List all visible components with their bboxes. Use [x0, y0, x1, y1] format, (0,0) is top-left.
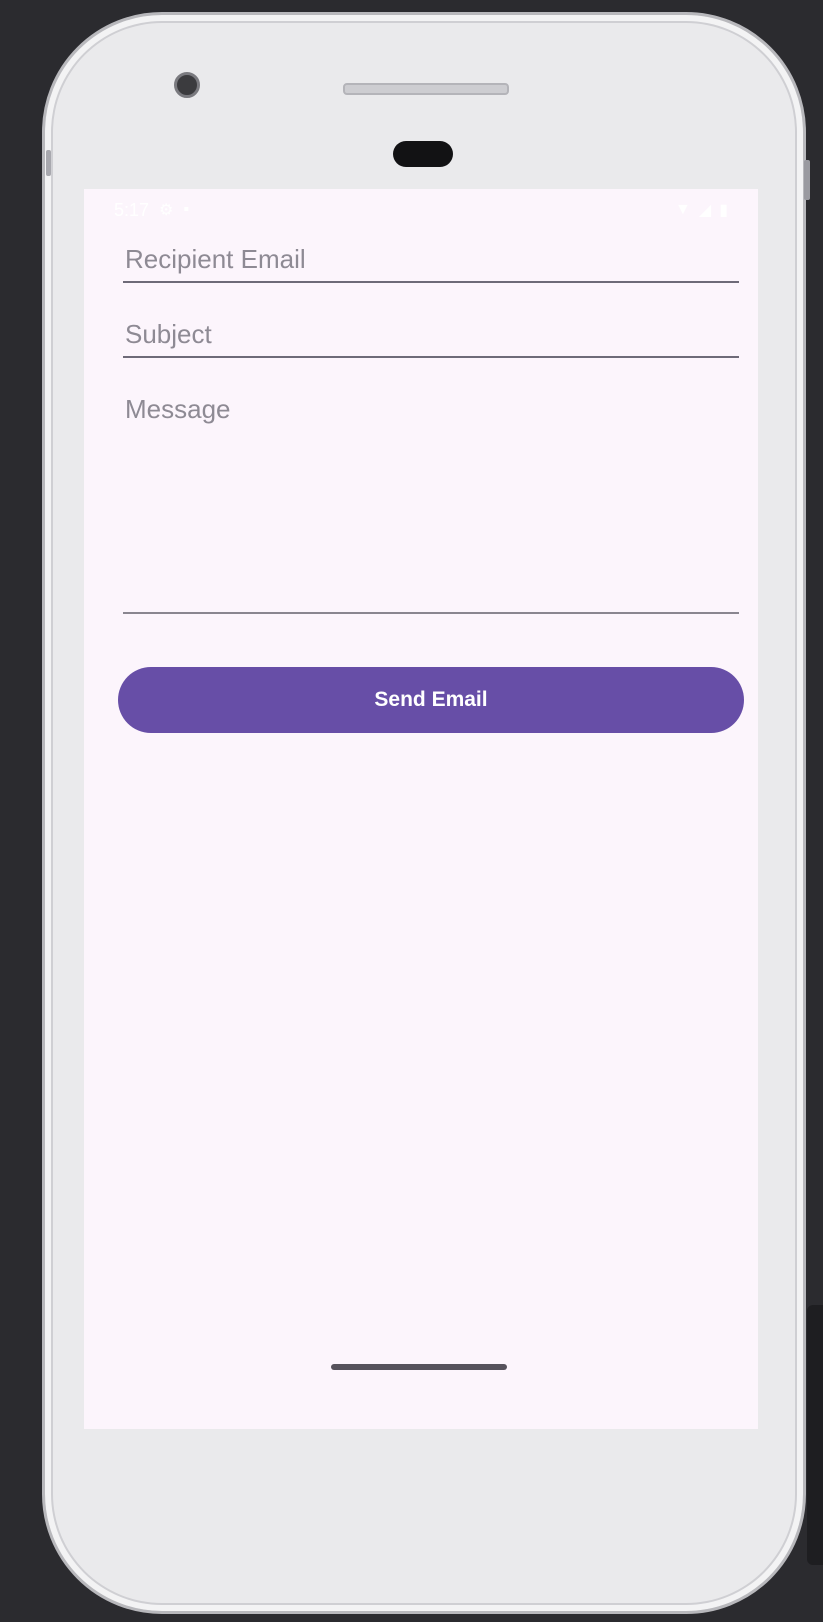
message-field — [123, 392, 739, 614]
home-indicator[interactable] — [331, 1364, 507, 1370]
volume-button — [46, 150, 51, 176]
settings-icon: ⚙ — [159, 202, 174, 219]
power-button — [804, 160, 810, 200]
front-camera — [174, 72, 200, 98]
battery-icon: ▮ — [719, 202, 728, 219]
status-bar: 5:17 ⚙ ▪ ▼ ◢ ▮ — [84, 189, 758, 231]
signal-icon: ◢ — [698, 202, 712, 219]
earpiece-speaker — [343, 83, 509, 95]
status-left: 5:17 ⚙ ▪ — [114, 200, 189, 221]
status-time: 5:17 — [114, 199, 150, 220]
notification-icon: ▪ — [183, 201, 190, 218]
wifi-icon: ▼ — [675, 201, 691, 218]
app-screen: 5:17 ⚙ ▪ ▼ ◢ ▮ Send Email — [84, 189, 758, 1429]
status-right: ▼ ◢ ▮ — [675, 200, 728, 220]
subject-field — [123, 314, 739, 358]
subject-input[interactable] — [123, 314, 739, 354]
recipient-email-field — [123, 239, 739, 283]
send-email-button[interactable]: Send Email — [118, 667, 744, 733]
proximity-sensor — [393, 141, 453, 167]
message-input[interactable] — [123, 392, 739, 604]
emulator-side-panel — [807, 1305, 823, 1565]
recipient-email-input[interactable] — [123, 239, 739, 279]
